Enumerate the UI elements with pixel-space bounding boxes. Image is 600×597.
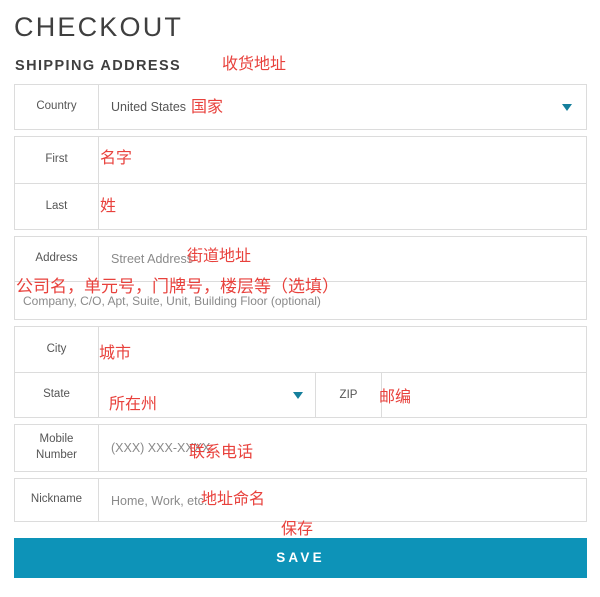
address-line2-input[interactable]: Company, C/O, Apt, Suite, Unit, Building… [15, 282, 586, 319]
city-state-zip-group: City State ZIP [14, 326, 587, 418]
nickname-row[interactable]: Nickname Home, Work, etc. [15, 479, 586, 521]
last-name-input[interactable] [99, 184, 586, 229]
address-label: Address [15, 237, 99, 281]
address-group: Address Street Address Company, C/O, Apt… [14, 236, 587, 320]
mobile-number-input[interactable]: (XXX) XXX-XXXX [99, 425, 586, 471]
street-address-input[interactable]: Street Address [99, 237, 586, 281]
chevron-down-icon[interactable] [562, 104, 572, 111]
last-name-row[interactable]: Last [15, 183, 586, 229]
annotation-shipping-address: 收货地址 [222, 54, 287, 73]
first-name-row[interactable]: First [15, 137, 586, 183]
state-zip-row[interactable]: State ZIP [15, 372, 586, 417]
country-select[interactable]: United States [99, 85, 586, 129]
street-address-placeholder: Street Address [111, 251, 193, 266]
nickname-label: Nickname [15, 479, 99, 521]
country-label: Country [15, 85, 99, 129]
city-input[interactable] [99, 327, 586, 372]
mobile-number-placeholder: (XXX) XXX-XXXX [111, 440, 211, 455]
address-line2-row[interactable]: Company, C/O, Apt, Suite, Unit, Building… [15, 281, 586, 319]
first-name-label: First [15, 137, 99, 183]
checkout-page: CHECKOUT SHIPPING ADDRESS Country United… [0, 0, 600, 597]
name-group: First Last [14, 136, 587, 230]
first-name-input[interactable] [99, 137, 586, 183]
zip-input[interactable] [382, 373, 586, 417]
country-group: Country United States [14, 84, 587, 130]
city-label: City [15, 327, 99, 372]
mobile-number-label: Mobile Number [15, 425, 99, 471]
nickname-placeholder: Home, Work, etc. [111, 493, 208, 508]
chevron-down-icon[interactable] [293, 392, 303, 399]
street-address-row[interactable]: Address Street Address [15, 237, 586, 281]
nickname-input[interactable]: Home, Work, etc. [99, 479, 586, 523]
zip-label: ZIP [316, 373, 382, 417]
mobile-number-row[interactable]: Mobile Number (XXX) XXX-XXXX [15, 425, 586, 471]
nickname-group: Nickname Home, Work, etc. [14, 478, 587, 522]
country-value: United States [111, 99, 187, 114]
city-row[interactable]: City [15, 327, 586, 372]
address-line2-placeholder: Company, C/O, Apt, Suite, Unit, Building… [23, 293, 321, 308]
mobile-group: Mobile Number (XXX) XXX-XXXX [14, 424, 587, 472]
country-row[interactable]: Country United States [15, 85, 586, 129]
last-name-label: Last [15, 184, 99, 229]
save-button[interactable]: SAVE [14, 538, 587, 578]
page-title: CHECKOUT [14, 12, 184, 42]
shipping-address-form: Country United States First Last Address… [14, 84, 587, 528]
state-select[interactable] [99, 373, 316, 417]
state-label: State [15, 373, 99, 417]
section-title-shipping-address: SHIPPING ADDRESS [15, 58, 182, 74]
